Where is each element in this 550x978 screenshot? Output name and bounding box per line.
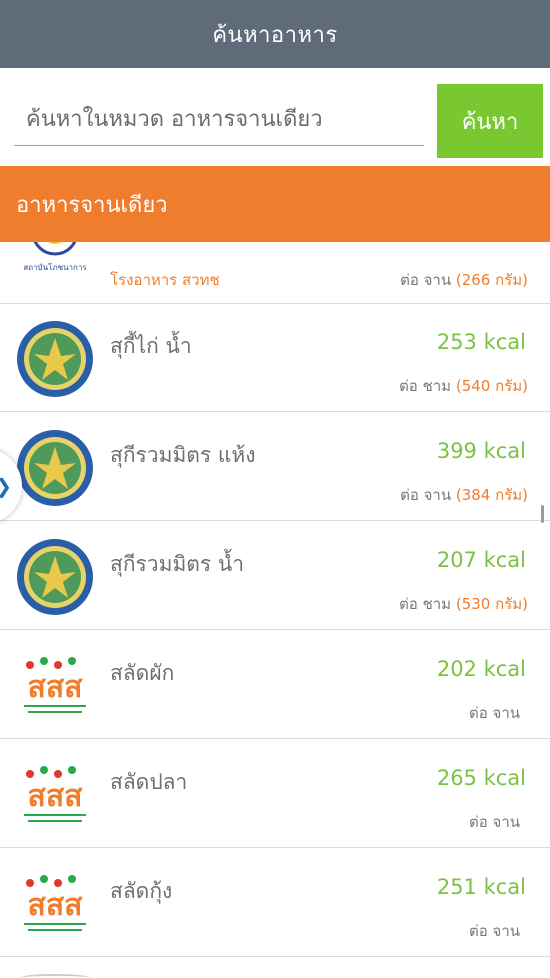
item-unit: ต่อ ชาม (530 กรัม)	[399, 595, 528, 613]
item-kcal: 399 kcal	[436, 439, 526, 463]
list-item[interactable]: สสส สลัดปลา 265 kcal ต่อ จาน	[0, 740, 550, 848]
thaihealth-logo-icon: สสส	[24, 766, 86, 822]
food-list[interactable]: สถาบันโภชนาการ โรงอาหาร สวทช ต่อ จาน (26…	[0, 242, 550, 978]
item-source: โรงอาหาร สวทช	[110, 271, 220, 289]
item-kcal: 265 kcal	[436, 766, 526, 790]
chevron-right-icon: ❯	[0, 474, 12, 498]
item-kcal: 253 kcal	[436, 330, 526, 354]
thaihealth-logo-icon: สสส	[24, 657, 86, 713]
thaihealth-logo-icon: สสส	[24, 875, 86, 931]
item-unit: ต่อ จาน (384 กรัม)	[400, 486, 528, 504]
item-unit: ต่อ จาน	[469, 704, 520, 722]
scrollbar[interactable]	[541, 505, 544, 523]
item-name: สุกีรวมมิตร แห้ง	[110, 443, 256, 467]
item-kcal: 251 kcal	[436, 875, 526, 899]
list-item[interactable]: สุกี้ไก่ น้ำ 253 kcal ต่อ ชาม (540 กรัม)	[0, 304, 550, 412]
health-department-emblem-icon	[17, 430, 93, 506]
svg-text:สสส: สสส	[28, 888, 84, 923]
list-item[interactable]: สสส สลัดกุ้ง 251 kcal ต่อ จาน	[0, 849, 550, 957]
item-name: สุกี้ไก่ น้ำ	[110, 334, 192, 358]
list-item[interactable]: สถาบันโภชนาการ โรงอาหาร สวทช ต่อ จาน (26…	[0, 242, 550, 304]
list-item[interactable]: สุกีรวมมิตร แห้ง 399 kcal ต่อ จาน (384 ก…	[0, 413, 550, 521]
item-unit: ต่อ จาน	[469, 922, 520, 940]
svg-text:สสส: สสส	[28, 779, 84, 814]
health-department-emblem-icon	[17, 321, 93, 397]
search-button[interactable]: ค้นหา	[437, 84, 543, 158]
item-unit: ต่อ จาน (266 กรัม)	[400, 271, 528, 289]
list-item[interactable]: สุกีรวมมิตร น้ำ 207 kcal ต่อ ชาม (530 กร…	[0, 522, 550, 630]
item-name: สุกีรวมมิตร น้ำ	[110, 552, 245, 576]
item-name: สลัดผัก	[110, 661, 175, 685]
list-item[interactable]: สสส สลัดผัก 202 kcal ต่อ จาน	[0, 631, 550, 739]
item-unit: ต่อ จาน	[469, 813, 520, 831]
institute-seal-icon: สถาบันโภชนาการ	[23, 242, 87, 272]
category-title: อาหารจานเดียว	[16, 192, 168, 218]
svg-text:สสส: สสส	[28, 670, 84, 705]
svg-text:สถาบันโภชนาการ: สถาบันโภชนาการ	[23, 262, 87, 272]
page-title: ค้นหาอาหาร	[212, 22, 338, 48]
item-kcal: 202 kcal	[436, 657, 526, 681]
next-item-logo-partial	[20, 974, 90, 978]
search-input[interactable]	[14, 94, 424, 146]
app-header: ค้นหาอาหาร	[0, 0, 550, 68]
item-name: สลัดปลา	[110, 770, 188, 794]
item-name: สลัดกุ้ง	[110, 879, 173, 903]
item-unit: ต่อ ชาม (540 กรัม)	[399, 377, 528, 395]
health-department-emblem-icon	[17, 539, 93, 615]
item-kcal: 207 kcal	[436, 548, 526, 572]
category-header: อาหารจานเดียว	[0, 166, 550, 242]
